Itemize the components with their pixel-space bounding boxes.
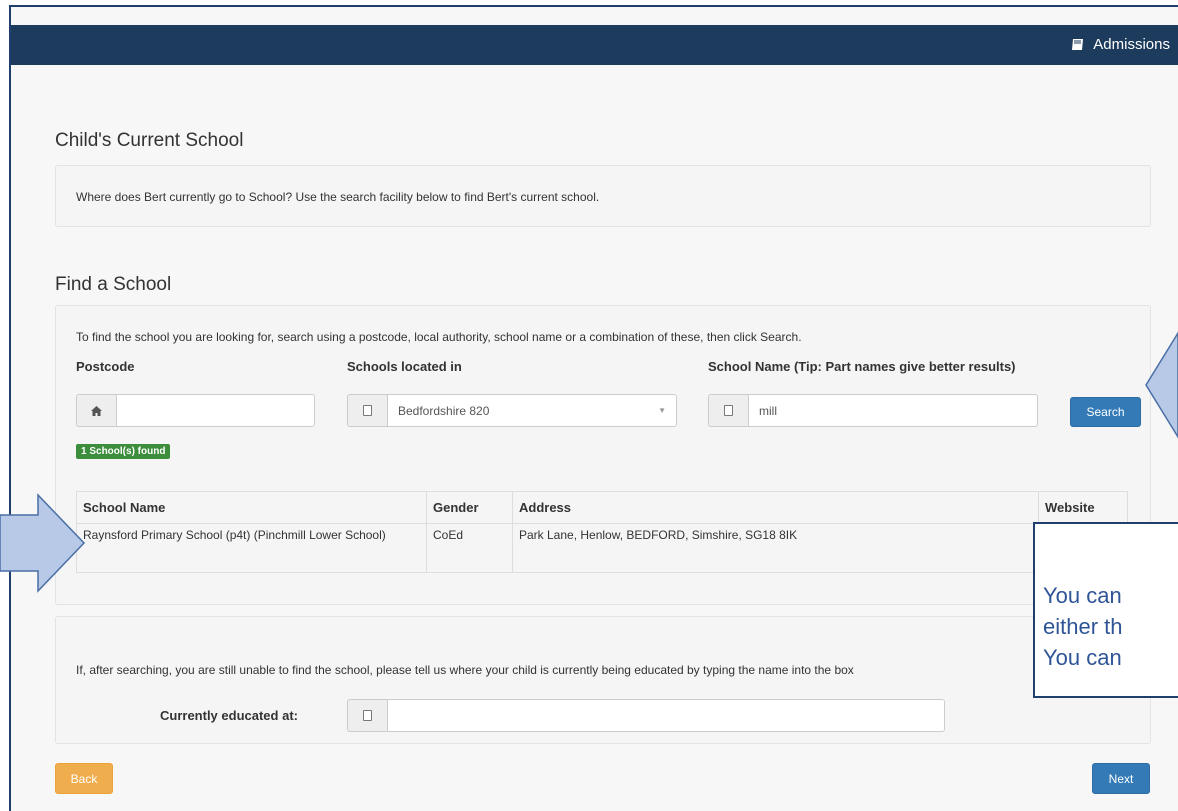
search-button[interactable]: Search — [1070, 397, 1141, 427]
phone-icon — [347, 394, 387, 427]
postcode-input-group — [76, 394, 315, 427]
schools-located-group: Bedfordshire 820 ▼ — [347, 394, 677, 427]
schools-located-value: Bedfordshire 820 — [398, 403, 490, 418]
callout-box: You can either th You can — [1033, 522, 1178, 698]
col-gender: Gender — [426, 491, 513, 524]
currently-educated-input[interactable] — [387, 699, 945, 732]
results-header-row: School Name Gender Address Website — [76, 491, 1128, 524]
left-arrow-annotation — [1145, 331, 1178, 439]
postcode-label: Postcode — [76, 359, 135, 374]
school-name-label: School Name (Tip: Part names give better… — [708, 359, 1016, 374]
cell-address: Park Lane, Henlow, BEDFORD, Simshire, SG… — [512, 523, 1039, 573]
current-school-info-panel: Where does Bert currently go to School? … — [55, 165, 1151, 227]
app-frame: Admissions Child's Current School Where … — [9, 5, 1178, 811]
top-navbar: Admissions — [11, 25, 1178, 65]
admissions-link[interactable]: Admissions — [1071, 36, 1170, 53]
book-icon — [1072, 39, 1084, 50]
cell-school-name[interactable]: Raynsford Primary School (p4t) (Pinchmil… — [76, 523, 427, 573]
current-school-info-text: Where does Bert currently go to School? … — [76, 190, 600, 204]
col-address: Address — [512, 491, 1039, 524]
find-school-title: Find a School — [55, 274, 172, 295]
unable-to-find-panel: If, after searching, you are still unabl… — [55, 616, 1151, 744]
postcode-input[interactable] — [116, 394, 315, 427]
currently-educated-label: Currently educated at: — [160, 708, 298, 723]
col-school-name: School Name — [76, 491, 427, 524]
admissions-label: Admissions — [1093, 36, 1170, 53]
dropdown-caret-icon: ▼ — [658, 406, 666, 415]
current-school-title: Child's Current School — [55, 130, 244, 151]
find-school-panel: To find the school you are looking for, … — [55, 305, 1151, 605]
next-button[interactable]: Next — [1092, 763, 1150, 794]
currently-educated-group — [347, 699, 945, 732]
col-website: Website — [1038, 491, 1128, 524]
schools-located-label: Schools located in — [347, 359, 462, 374]
home-icon — [76, 394, 116, 427]
right-arrow-annotation — [0, 493, 86, 593]
results-table: School Name Gender Address Website Rayns… — [76, 491, 1128, 573]
callout-line: either th — [1043, 614, 1123, 639]
callout-line: You can — [1043, 583, 1122, 608]
phone-icon — [347, 699, 387, 732]
unable-info-text: If, after searching, you are still unabl… — [76, 663, 854, 677]
school-name-input[interactable] — [748, 394, 1038, 427]
table-row[interactable]: Raynsford Primary School (p4t) (Pinchmil… — [76, 523, 1128, 573]
school-name-group — [708, 394, 1038, 427]
find-school-instructions: To find the school you are looking for, … — [76, 330, 802, 344]
schools-located-select[interactable]: Bedfordshire 820 ▼ — [387, 394, 677, 427]
cell-gender: CoEd — [426, 523, 513, 573]
back-button[interactable]: Back — [55, 763, 113, 794]
schools-found-badge: 1 School(s) found — [76, 444, 171, 459]
callout-line: You can — [1043, 645, 1122, 670]
phone-icon — [708, 394, 748, 427]
